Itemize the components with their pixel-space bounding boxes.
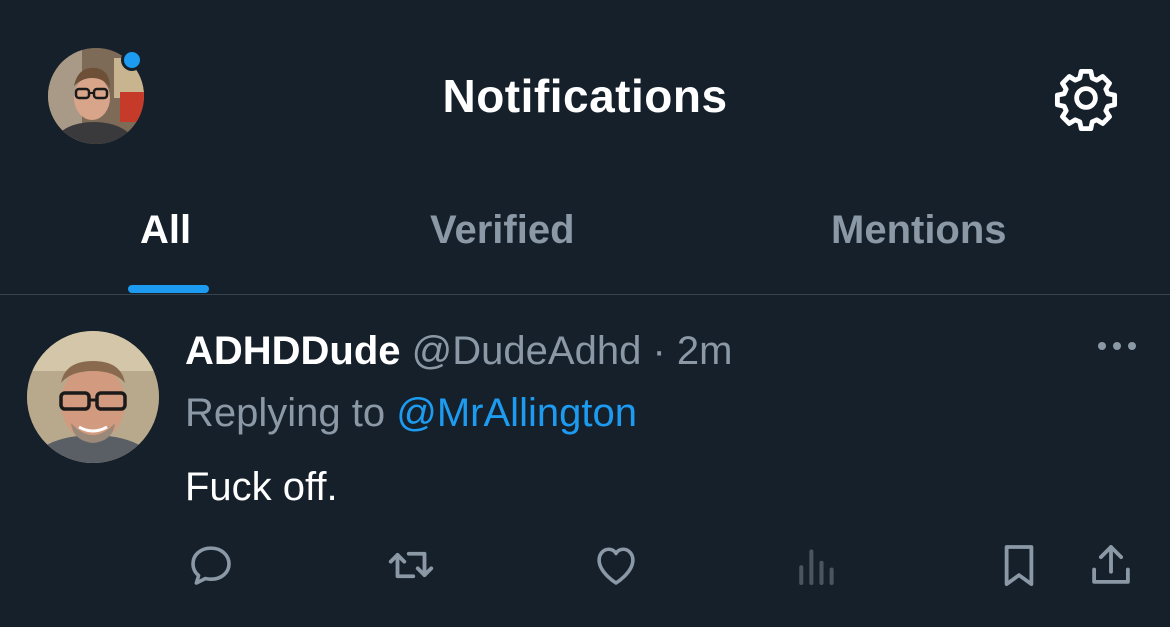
tweet-header: ADHDDude @DudeAdhd · 2m: [185, 325, 732, 377]
separator-dot: ·: [652, 329, 666, 373]
author-avatar[interactable]: [27, 331, 159, 463]
top-bar: Notifications: [0, 0, 1170, 190]
bookmark-icon: [1004, 545, 1034, 587]
timestamp: 2m: [676, 329, 733, 373]
views-button[interactable]: [790, 538, 844, 592]
avatar-image: [27, 331, 159, 463]
retweet-icon: [388, 551, 434, 579]
retweet-button[interactable]: [384, 538, 438, 592]
page-title: Notifications: [442, 70, 728, 122]
replying-handle-link[interactable]: @MrAllington: [396, 391, 637, 435]
share-button[interactable]: [1084, 538, 1138, 592]
tab-mentions[interactable]: Mentions: [831, 204, 1007, 264]
author-handle[interactable]: @DudeAdhd: [412, 329, 642, 373]
replying-prefix: Replying to: [185, 391, 386, 435]
tweet-text: Fuck off.: [185, 465, 338, 509]
tab-verified[interactable]: Verified: [430, 204, 575, 264]
replying-to: Replying to @MrAllington: [185, 387, 637, 439]
reply-button[interactable]: [184, 538, 238, 592]
views-icon: [799, 549, 834, 586]
more-options-button[interactable]: [1094, 331, 1140, 361]
like-button[interactable]: [589, 538, 643, 592]
bookmark-button[interactable]: [992, 538, 1046, 592]
notification-item[interactable]: ADHDDude @DudeAdhd · 2m Replying to @MrA…: [0, 295, 1170, 627]
reply-icon: [191, 546, 231, 585]
active-tab-indicator: [128, 285, 209, 293]
settings-button[interactable]: [1052, 64, 1120, 132]
author-name[interactable]: ADHDDude: [185, 329, 401, 373]
tab-all[interactable]: All: [140, 204, 191, 264]
share-icon: [1092, 545, 1130, 584]
more-dots-icon: [1098, 342, 1136, 350]
tab-bar: All Verified Mentions: [0, 190, 1170, 294]
like-icon: [597, 547, 635, 585]
gear-icon: [1054, 68, 1118, 132]
